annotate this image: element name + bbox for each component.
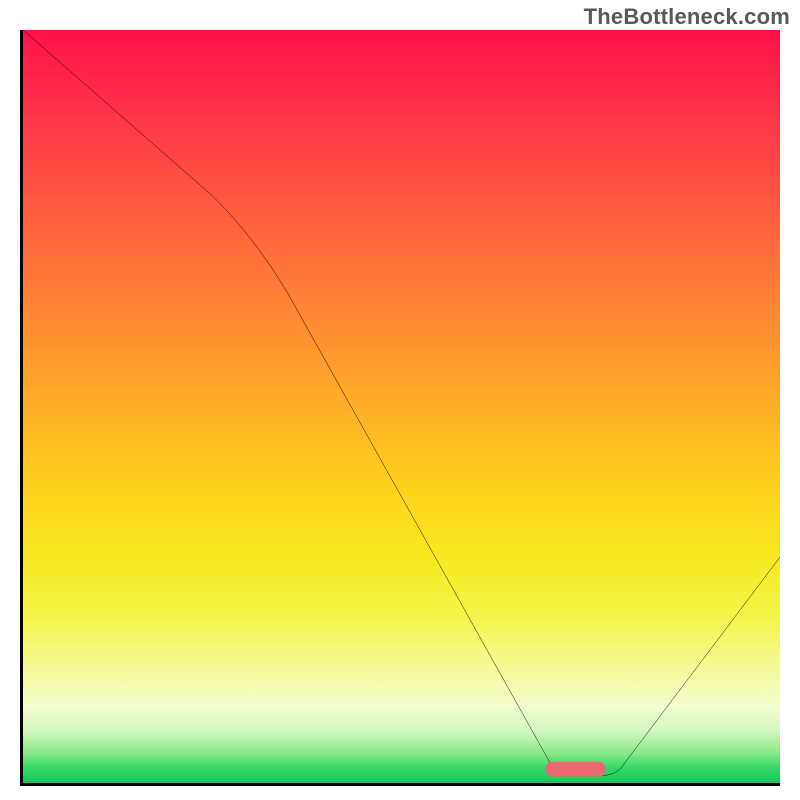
- optimal-range-marker: [545, 762, 606, 777]
- chart-container: TheBottleneck.com: [0, 0, 800, 800]
- marker-svg: [23, 30, 780, 783]
- watermark-text: TheBottleneck.com: [584, 4, 790, 30]
- plot-area: [20, 30, 780, 786]
